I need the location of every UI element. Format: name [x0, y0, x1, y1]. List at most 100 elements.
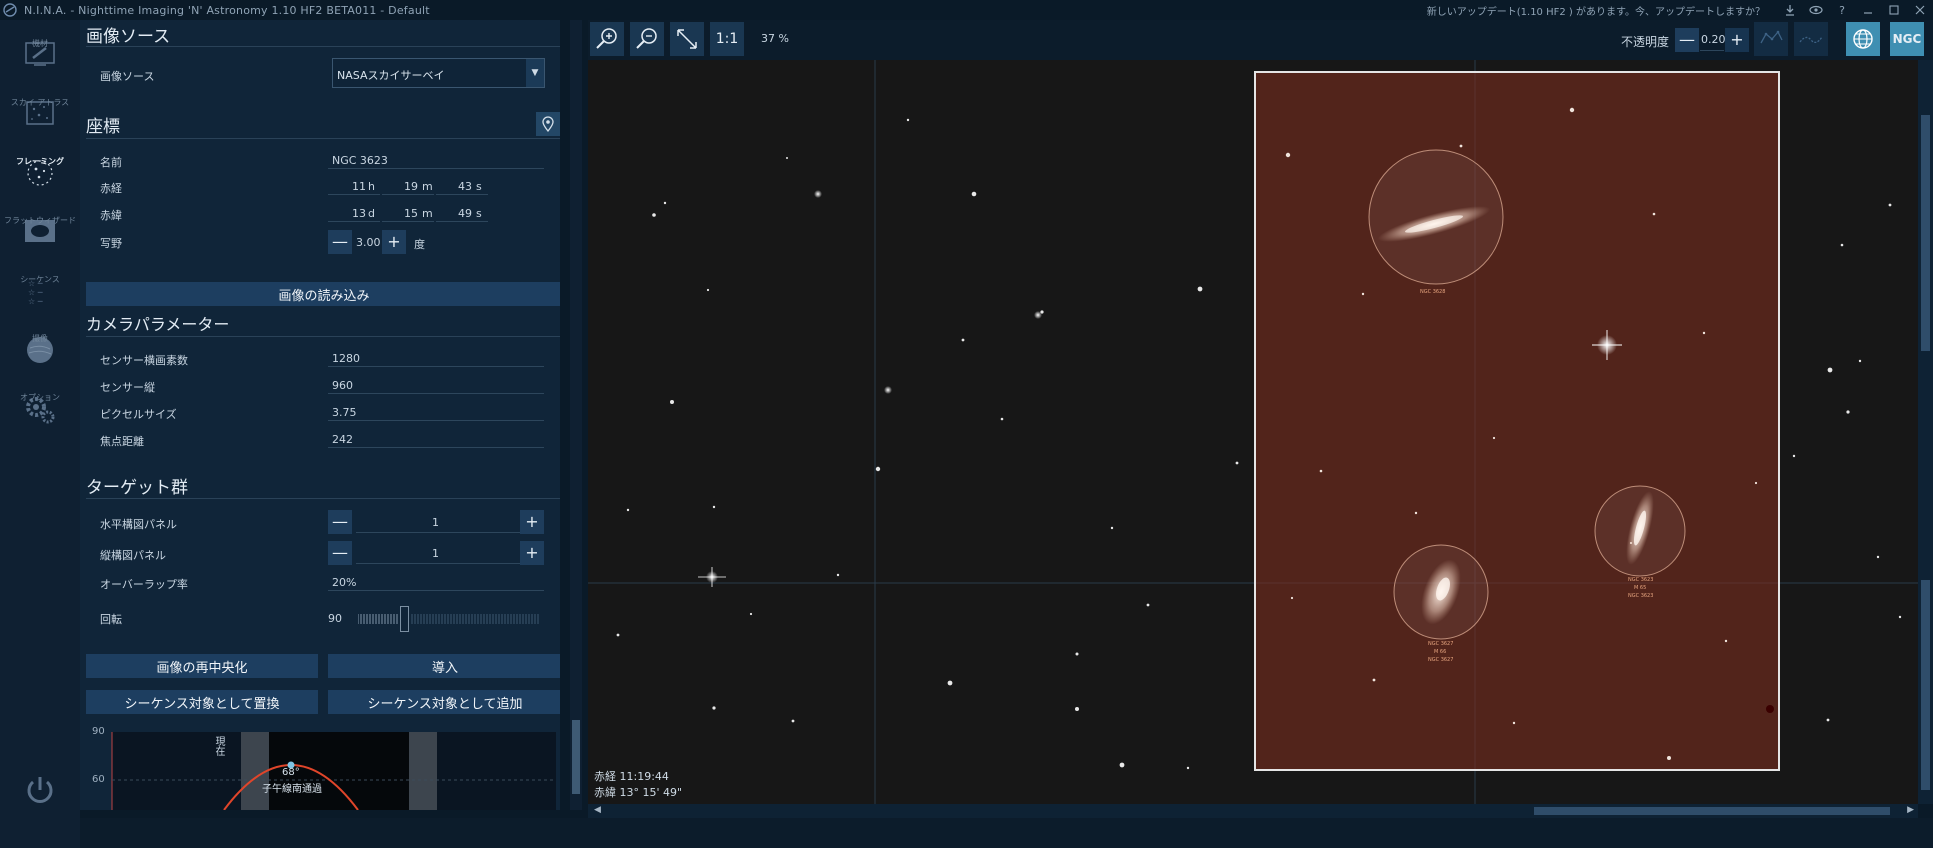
field-underline	[356, 563, 520, 564]
sensor-height-field[interactable]: 960	[332, 379, 353, 392]
minimize-icon[interactable]	[1855, 0, 1881, 20]
replace-sequence-target-button[interactable]: シーケンス対象として置換	[86, 690, 318, 714]
overlap-field[interactable]: 20%	[332, 576, 356, 589]
viewport-horizontal-scrollbar-thumb[interactable]	[1534, 807, 1890, 815]
ngc-toggle-button[interactable]: NGC	[1890, 22, 1924, 56]
svg-text:☆ ─: ☆ ─	[28, 297, 43, 305]
field-underline	[436, 194, 488, 195]
ra-seconds-unit: s	[476, 180, 482, 193]
vertical-panels-increase-button[interactable]: +	[520, 541, 544, 565]
dec-minutes-field[interactable]: 15	[404, 207, 418, 220]
status-bar	[80, 818, 1933, 848]
image-source-select[interactable]: NASAスカイサーベイ ▼	[332, 58, 545, 88]
name-label: 名前	[100, 156, 122, 169]
dec-degrees-field[interactable]: 13	[352, 207, 366, 220]
vertical-panels-field[interactable]: 1	[432, 547, 439, 560]
horizontal-panels-increase-button[interactable]: +	[520, 510, 544, 534]
nav-label-options: オプション	[20, 393, 60, 402]
load-image-button[interactable]: 画像の読み込み	[86, 282, 560, 306]
sensor-height-label: センサー縦	[100, 381, 155, 394]
viewport-vertical-scrollbar-thumb[interactable]	[1921, 115, 1930, 351]
nav-item-framing[interactable]: フレーミング	[0, 154, 80, 214]
field-underline	[382, 194, 434, 195]
target-name-field[interactable]: NGC 3623	[332, 154, 388, 167]
rotation-slider-thumb[interactable]	[400, 606, 409, 632]
eye-icon[interactable]	[1803, 0, 1829, 20]
y-tick-90: 90	[92, 726, 105, 737]
constellation-icon	[1760, 30, 1783, 44]
opacity-decrease-button[interactable]: —	[1675, 28, 1699, 52]
fov-increase-button[interactable]: +	[382, 230, 406, 254]
nav-item-sequence[interactable]: ☆ ─ ☆ ─ ☆ ─ シーケンス	[0, 272, 80, 332]
grid-toggle-button[interactable]	[1846, 22, 1880, 56]
field-underline	[328, 221, 380, 222]
rotation-slider[interactable]	[358, 612, 540, 626]
recenter-image-button[interactable]: 画像の再中央化	[86, 654, 318, 678]
ra-hours-field[interactable]: 11	[352, 180, 366, 193]
field-underline	[328, 590, 544, 591]
nav-label-framing: フレーミング	[16, 157, 64, 166]
fit-to-screen-button[interactable]	[670, 22, 704, 56]
horizontal-panels-label: 水平構図パネル	[100, 518, 177, 531]
focal-length-field[interactable]: 242	[332, 433, 353, 446]
power-icon[interactable]	[22, 772, 58, 808]
field-underline	[328, 393, 544, 394]
opacity-increase-button[interactable]: +	[1725, 28, 1749, 52]
field-underline	[328, 168, 544, 169]
panel-scrollbar[interactable]	[570, 20, 582, 810]
viewport-vertical-scrollbar[interactable]	[1918, 60, 1933, 804]
panel-scrollbar-thumb[interactable]	[572, 720, 580, 794]
overlap-label: オーバーラップ率	[100, 578, 188, 591]
maximize-icon[interactable]	[1881, 0, 1907, 20]
add-sequence-target-button[interactable]: シーケンス対象として追加	[328, 690, 560, 714]
framing-rectangle[interactable]: NGC 3628 NGC 3623 M 65 NGC 3623 NGC 3627…	[1254, 71, 1780, 771]
zoom-out-button[interactable]	[630, 22, 664, 56]
ra-minutes-field[interactable]: 19	[404, 180, 418, 193]
dec-minutes-unit: m	[422, 207, 433, 220]
nav-label-sky-atlas: スカイ アトラス	[10, 98, 70, 107]
dec-seconds-field[interactable]: 49	[458, 207, 472, 220]
chevron-down-icon[interactable]: ▼	[526, 59, 544, 87]
opacity-label: 不透明度	[1621, 35, 1670, 49]
nav-item-sky-atlas[interactable]: スカイ アトラス	[0, 95, 80, 155]
slew-button[interactable]: 導入	[328, 654, 560, 678]
constellation-lines-button[interactable]	[1754, 22, 1788, 56]
field-underline	[328, 420, 544, 421]
fov-value-field[interactable]: 3.00	[356, 236, 381, 249]
svg-text:☆ ─: ☆ ─	[28, 288, 43, 297]
close-icon[interactable]	[1907, 0, 1933, 20]
zoom-in-button[interactable]	[590, 22, 624, 56]
ra-minutes-unit: m	[422, 180, 433, 193]
fov-decrease-button[interactable]: —	[328, 230, 352, 254]
sky-image-viewport[interactable]: NGC 3628 NGC 3623 M 65 NGC 3623 NGC 3627…	[588, 60, 1918, 804]
main-navigation: 機材 スカイ アトラス フレーミング フラットウィザード ☆ ─ ☆ ─ ☆ ─ シ…	[0, 20, 80, 848]
nav-item-imaging[interactable]: 撮像	[0, 331, 80, 391]
sensor-width-field[interactable]: 1280	[332, 352, 360, 365]
scroll-left-icon[interactable]: ◀	[594, 805, 601, 815]
app-logo-icon	[0, 0, 20, 20]
viewport-vertical-scrollbar-segment[interactable]	[1921, 580, 1930, 790]
horizontal-panels-field[interactable]: 1	[432, 516, 439, 529]
nav-item-equipment[interactable]: 機材	[0, 36, 80, 96]
zoom-in-icon	[596, 28, 617, 49]
dec-readout: 赤緯 13° 15' 49"	[594, 786, 683, 799]
nav-item-flat-wizard[interactable]: フラットウィザード	[0, 213, 80, 273]
constellation-boundaries-button[interactable]	[1794, 22, 1828, 56]
ra-seconds-field[interactable]: 43	[458, 180, 472, 193]
opacity-value[interactable]: 0.20	[1701, 33, 1726, 46]
nav-item-options[interactable]: オプション	[0, 390, 80, 450]
vertical-panels-decrease-button[interactable]: —	[328, 541, 352, 565]
rotation-field[interactable]: 90	[328, 612, 342, 625]
one-to-one-button[interactable]: 1:1	[710, 22, 744, 56]
scroll-right-icon[interactable]: ▶	[1907, 805, 1914, 815]
download-icon[interactable]	[1777, 0, 1803, 20]
viewport-horizontal-scrollbar[interactable]: ◀ ▶	[588, 804, 1918, 818]
update-notice[interactable]: 新しいアップデート(1.10 HF2 ) があります。今、アップデートしますか？	[1427, 3, 1765, 18]
location-pin-icon[interactable]	[536, 112, 560, 136]
galaxy-label-ngc3627: NGC 3627	[1428, 641, 1454, 647]
galaxy-label-m66: M 66	[1434, 649, 1447, 655]
horizontal-panels-decrease-button[interactable]: —	[328, 510, 352, 534]
help-icon[interactable]: ?	[1829, 0, 1855, 20]
pixel-size-field[interactable]: 3.75	[332, 406, 357, 419]
image-source-label: 画像ソース	[100, 70, 155, 83]
